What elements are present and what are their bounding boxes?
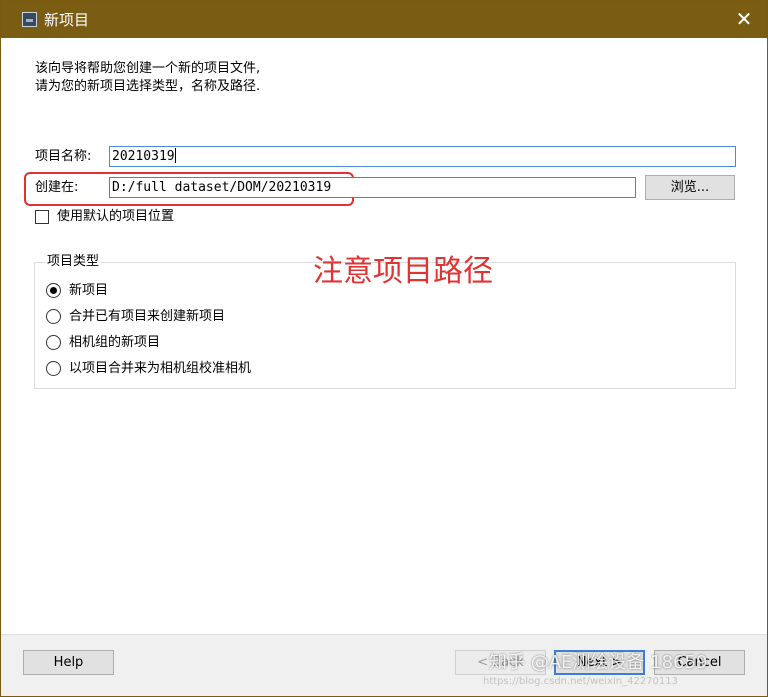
radio-label: 合并已有项目来创建新项目 xyxy=(69,309,226,324)
help-button[interactable]: Help xyxy=(23,650,114,675)
title-bar[interactable]: 新项目 ✕ xyxy=(1,1,767,38)
window-title: 新项目 xyxy=(44,11,90,29)
close-icon[interactable]: ✕ xyxy=(721,1,767,38)
radio-button[interactable] xyxy=(46,335,61,350)
intro-text: 该向导将帮助您创建一个新的项目文件, 请为您的新项目选择类型，名称及路径. xyxy=(35,61,261,94)
project-name-input[interactable]: 20210319 xyxy=(109,146,736,167)
location-label: 创建在: xyxy=(35,180,79,195)
radio-label: 新项目 xyxy=(69,283,109,298)
watermark-url: https://blog.csdn.net/weixin_42270113 xyxy=(483,676,679,687)
location-value: D:/full dataset/DOM/20210319 xyxy=(112,180,332,195)
project-type-title: 项目类型 xyxy=(45,254,102,270)
radio-label: 相机组的新项目 xyxy=(69,335,161,350)
radio-label: 以项目合并来为相机组校准相机 xyxy=(69,361,252,376)
project-name-label: 项目名称: xyxy=(35,149,92,164)
location-input[interactable]: D:/full dataset/DOM/20210319 xyxy=(109,177,636,198)
radio-button[interactable] xyxy=(46,309,61,324)
default-location-checkbox[interactable] xyxy=(35,210,49,224)
default-location-label: 使用默认的项目位置 xyxy=(57,209,175,224)
radio-button[interactable] xyxy=(46,283,61,298)
watermark-text: 知乎 @AE测绘设备 18659 xyxy=(489,652,708,673)
project-name-value: 20210319 xyxy=(112,149,175,164)
new-project-dialog: 新项目 ✕ 该向导将帮助您创建一个新的项目文件, 请为您的新项目选择类型，名称及… xyxy=(0,0,768,697)
wizard-page: 该向导将帮助您创建一个新的项目文件, 请为您的新项目选择类型，名称及路径. 项目… xyxy=(9,38,759,634)
text-caret xyxy=(174,148,176,163)
app-icon xyxy=(22,12,37,27)
browse-button[interactable]: 浏览... xyxy=(645,175,735,200)
annotation-text: 注意项目路径 xyxy=(313,254,493,289)
radio-button[interactable] xyxy=(46,361,61,376)
